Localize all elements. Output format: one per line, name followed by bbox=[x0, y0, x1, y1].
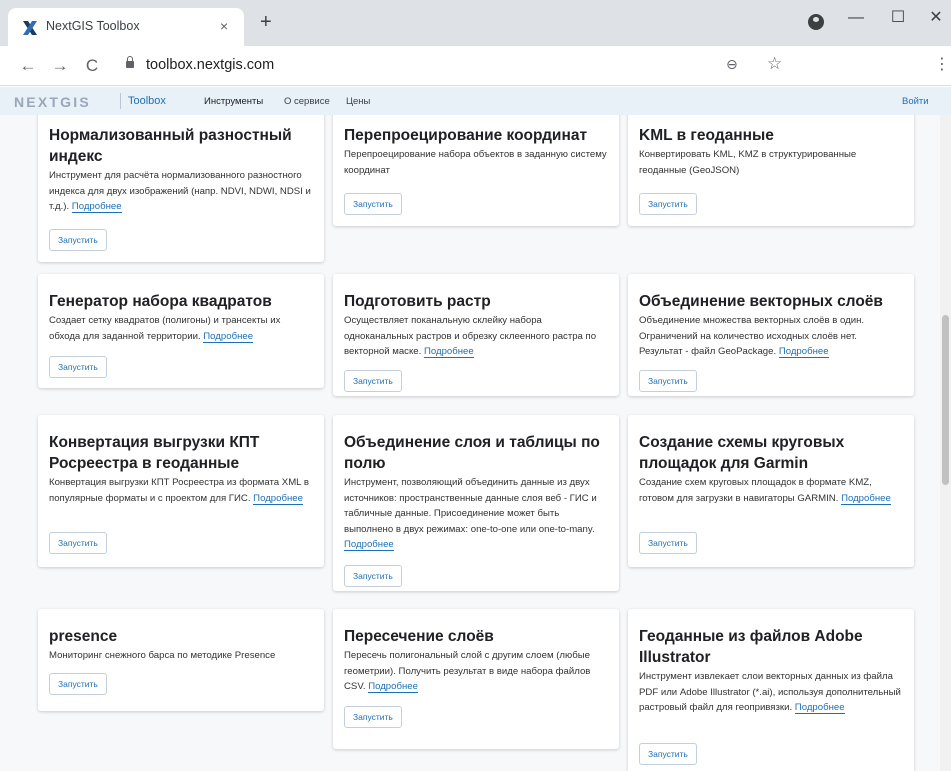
run-button[interactable]: Запустить bbox=[49, 532, 107, 554]
tool-card: Объединение слоя и таблицы по полю Инстр… bbox=[333, 415, 619, 591]
browser-menu-icon[interactable]: ⋮ bbox=[934, 54, 950, 74]
browser-toolbar: ← → C toolbox.nextgis.com ⊖ ☆ ⋮ bbox=[0, 46, 951, 86]
tool-title: Нормализованный разностный индекс bbox=[49, 127, 292, 165]
tool-card: Перепроецирование координат Перепроециро… bbox=[333, 115, 619, 226]
tool-card: Конвертация выгрузки КПТ Росреестра в ге… bbox=[38, 415, 324, 567]
more-link[interactable]: Подробнее bbox=[71, 201, 122, 213]
tool-description: Инструмент для расчёта нормализованного … bbox=[49, 170, 311, 213]
logo-divider bbox=[120, 93, 121, 109]
more-link[interactable]: Подробнее bbox=[253, 492, 303, 505]
tool-title: Объединение слоя и таблицы по полю bbox=[344, 434, 600, 472]
tool-description: Создание схем круговых площадок в формат… bbox=[639, 477, 891, 505]
tool-title: Генератор набора квадратов bbox=[49, 293, 272, 310]
tool-description: Создает сетку квадратов (полигоны) и тра… bbox=[49, 315, 281, 343]
page-scrollbar[interactable] bbox=[940, 115, 951, 771]
more-link[interactable]: Подробнее bbox=[203, 330, 254, 343]
tool-title: KML в геоданные bbox=[639, 127, 774, 144]
tool-card: Нормализованный разностный индекс Инстру… bbox=[38, 115, 324, 262]
forward-icon[interactable]: → bbox=[48, 54, 72, 78]
tool-card: Объединение векторных слоёв Объединение … bbox=[628, 274, 914, 396]
more-link[interactable]: Подробнее bbox=[344, 539, 394, 551]
window-close-icon[interactable]: ✕ bbox=[922, 6, 950, 30]
run-button[interactable]: Запустить bbox=[639, 193, 697, 215]
more-link[interactable]: Подробнее bbox=[423, 346, 474, 358]
bookmark-star-icon[interactable]: ☆ bbox=[767, 54, 782, 74]
tool-description: Мониторинг снежного барса по методике Pr… bbox=[49, 650, 276, 661]
back-icon[interactable]: ← bbox=[16, 54, 40, 78]
nav-tools[interactable]: Инструменты bbox=[204, 96, 263, 107]
run-button[interactable]: Запустить bbox=[49, 673, 107, 695]
more-link[interactable]: Подробнее bbox=[841, 492, 891, 505]
toolbox-brand-link[interactable]: Toolbox bbox=[128, 95, 166, 107]
tab-title: NextGIS Toolbox bbox=[46, 19, 140, 33]
browser-tab[interactable]: NextGIS Toolbox × bbox=[8, 8, 244, 46]
tool-title: Геоданные из файлов Adobe Illustrator bbox=[639, 628, 863, 666]
nav-prices[interactable]: Цены bbox=[346, 96, 370, 107]
address-bar[interactable]: toolbox.nextgis.com ⊖ ☆ bbox=[112, 51, 802, 81]
run-button[interactable]: Запустить bbox=[639, 743, 697, 765]
tool-description: Конвертировать KML, KMZ в структурирован… bbox=[639, 149, 857, 176]
more-link[interactable]: Подробнее bbox=[368, 681, 418, 693]
tool-title: Конвертация выгрузки КПТ Росреестра в ге… bbox=[49, 434, 260, 472]
run-button[interactable]: Запустить bbox=[49, 229, 107, 251]
tools-grid: Нормализованный разностный индекс Инстру… bbox=[0, 115, 940, 771]
tool-card: Генератор набора квадратов Создает сетку… bbox=[38, 274, 324, 388]
nextgis-favicon-icon bbox=[23, 21, 37, 35]
tool-description: Объединение множества векторных слоёв в … bbox=[639, 315, 865, 358]
reload-icon[interactable]: C bbox=[80, 54, 104, 78]
maximize-icon[interactable]: ☐ bbox=[884, 6, 912, 30]
tool-title: Подготовить растр bbox=[344, 293, 491, 310]
tool-card: Создание схемы круговых площадок для Gar… bbox=[628, 415, 914, 567]
tool-title: Перепроецирование координат bbox=[344, 127, 588, 144]
browser-tabstrip: NextGIS Toolbox × + — ☐ ✕ bbox=[0, 0, 951, 46]
tab-close-icon[interactable]: × bbox=[220, 18, 228, 34]
tool-description: Осуществляет поканальную склейку набора … bbox=[344, 315, 597, 358]
tool-title: Пересечение слоёв bbox=[344, 628, 494, 645]
nav-about[interactable]: О сервисе bbox=[284, 96, 330, 107]
tool-description: Инструмент извлекает слои векторных данн… bbox=[639, 671, 901, 714]
more-link[interactable]: Подробнее bbox=[794, 702, 845, 714]
run-button[interactable]: Запустить bbox=[49, 356, 107, 378]
zoom-icon[interactable]: ⊖ bbox=[726, 56, 738, 73]
tool-description: Конвертация выгрузки КПТ Росреестра из ф… bbox=[49, 477, 309, 505]
tool-title: presence bbox=[49, 628, 118, 645]
lock-icon[interactable] bbox=[126, 56, 134, 68]
tool-title: Объединение векторных слоёв bbox=[639, 293, 883, 310]
tool-card: presence Мониторинг снежного барса по ме… bbox=[38, 609, 324, 711]
tool-card: Геоданные из файлов Adobe Illustrator Ин… bbox=[628, 609, 914, 771]
nextgis-logo[interactable]: NEXTGIS bbox=[14, 94, 91, 110]
run-button[interactable]: Запустить bbox=[639, 370, 697, 392]
url-text[interactable]: toolbox.nextgis.com bbox=[146, 57, 274, 73]
scrollbar-thumb[interactable] bbox=[942, 315, 949, 485]
tool-description: Перепроецирование набора объектов в зада… bbox=[344, 149, 607, 176]
new-tab-icon[interactable]: + bbox=[260, 12, 272, 32]
site-header: NEXTGIS Toolbox Инструменты О сервисе Це… bbox=[0, 87, 951, 115]
tool-card: KML в геоданные Конвертировать KML, KMZ … bbox=[628, 115, 914, 226]
tool-card: Подготовить растр Осуществляет поканальн… bbox=[333, 274, 619, 396]
minimize-icon[interactable]: — bbox=[842, 6, 870, 30]
run-button[interactable]: Запустить bbox=[344, 565, 402, 587]
tool-description: Инструмент, позволяющий объединить данны… bbox=[344, 477, 597, 551]
tool-card: Пересечение слоёв Пересечь полигональный… bbox=[333, 609, 619, 749]
tool-description: Пересечь полигональный слой с другим сло… bbox=[344, 650, 591, 693]
run-button[interactable]: Запустить bbox=[344, 193, 402, 215]
run-button[interactable]: Запустить bbox=[639, 532, 697, 554]
tool-title: Создание схемы круговых площадок для Gar… bbox=[639, 434, 845, 472]
more-link[interactable]: Подробнее bbox=[778, 346, 829, 358]
login-link[interactable]: Войти bbox=[902, 96, 929, 107]
profile-icon[interactable] bbox=[808, 14, 824, 30]
run-button[interactable]: Запустить bbox=[344, 706, 402, 728]
run-button[interactable]: Запустить bbox=[344, 370, 402, 392]
